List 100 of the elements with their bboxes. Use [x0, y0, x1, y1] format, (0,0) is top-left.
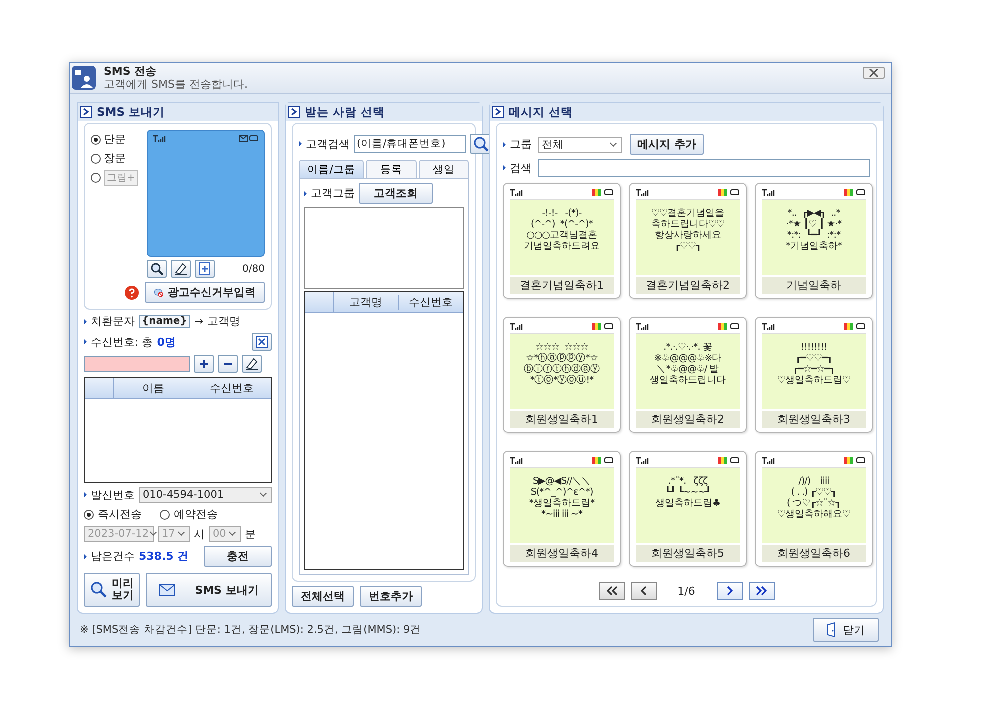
arrow-icon: [503, 142, 506, 148]
signal-icon: [636, 188, 650, 196]
message-name: 결혼기념일축하2: [636, 277, 740, 294]
send-sms-button[interactable]: SMS 보내기: [146, 573, 272, 608]
column-header: 이름: [141, 380, 166, 396]
arrow-icon: [84, 318, 87, 325]
status-icons-drawing: [592, 456, 614, 464]
message-card[interactable]: -!-!- -(*)- (^-^) *(^-^)* ○○○고객님결혼 기념일축하드려요 결혼기념일축하1: [503, 183, 621, 300]
message-name: 회원생일축하3: [762, 411, 866, 428]
message-art: S▶@◀S//＼＼ S(*^_^)^ε^*) *생일축하드림* *~iii iii ~*: [510, 468, 614, 544]
message-name: 회원생일축하1: [510, 411, 614, 428]
signal-icon: [510, 188, 524, 196]
status-icons-drawing: [239, 135, 259, 142]
message-art: !!!!!!!! ┏━♡♡━┓ ┏━☆━☆━┓ ♡생일축하드림♡: [762, 334, 866, 410]
add-message-button[interactable]: 메시지 추가: [630, 134, 704, 156]
message-art: ♡♡결혼기념일을 축하드립니다♡♡ 항상사랑하세요 ┏♡♡┓: [636, 200, 740, 276]
field-label: 치환문자: [91, 314, 135, 330]
message-card[interactable]: !!!!!!!! ┏━♡♡━┓ ┏━☆━☆━┓ ♡생일축하드림♡ 회원생일축하3: [755, 317, 873, 434]
signal-icon: [762, 188, 776, 196]
field-label: 고객그룹: [311, 186, 355, 202]
close-icon[interactable]: [863, 67, 885, 79]
tab[interactable]: 이름/그룹: [299, 160, 364, 178]
document-icon[interactable]: [195, 260, 215, 278]
close-button[interactable]: 닫기: [813, 618, 879, 642]
double-chevron-icon[interactable]: [748, 582, 774, 600]
message-art: .*.·.♡·.·*. 꽃 ※♧@@@♧※다 ＼*♧@@♧/ 발 생일축하드립니다: [636, 334, 740, 410]
arrow-icon: [84, 554, 87, 560]
signal-icon: [762, 322, 776, 330]
arrow-text: →: [194, 315, 204, 328]
eraser-icon[interactable]: [242, 355, 262, 374]
panel-title: SMS 보내기: [97, 104, 166, 120]
status-icons-drawing: [592, 322, 614, 330]
window-subtitle: 고객에게 SMS를 전송합니다.: [104, 78, 248, 92]
message-card[interactable]: .*¨*. ζζζ ┗┛ ┗~~~┛ 생일축하드림♣ 회원생일축하5: [629, 451, 747, 568]
message-name: 회원생일축하5: [636, 545, 740, 562]
search-icon[interactable]: [147, 260, 167, 278]
radio-label: 단문: [104, 132, 126, 148]
signal-icon: [636, 322, 650, 330]
radio-button[interactable]: [91, 154, 101, 164]
field-label: 수신번호: 총: [91, 334, 154, 350]
message-card[interactable]: *.. ┏▶◀┓ ..* ·*★ ┃♡ ┃ ★·* *:*: ┗━┛ :*:* *기념일축하* 기념일축하: [755, 183, 873, 300]
column-header: 고객명: [348, 294, 384, 310]
message-card[interactable]: ☆☆☆ ☆☆☆ ☆*ⓗⓐⓟⓟⓨ*☆ ⓑⓘⓡⓣⓗⓓⓐⓨ *ⓣⓞ*ⓨⓞⓤ!* 회원생일축하1: [503, 317, 621, 434]
customer-lookup-button[interactable]: 고객조회: [359, 183, 433, 204]
app-logo-icon: [72, 66, 96, 90]
signal-icon: [510, 456, 524, 464]
plus-icon[interactable]: [194, 355, 214, 374]
status-icons-drawing: [844, 456, 866, 464]
group-select[interactable]: 전체: [538, 136, 622, 153]
chevron-icon[interactable]: [716, 582, 742, 600]
status-icons-drawing: [718, 456, 740, 464]
phone-number-input[interactable]: [84, 356, 190, 372]
message-name: 회원생일축하2: [636, 411, 740, 428]
radio-button[interactable]: [84, 510, 94, 520]
recipient-count: 0명: [157, 334, 176, 350]
radio-button[interactable]: [91, 134, 101, 145]
message-art: .*¨*. ζζζ ┗┛ ┗~~~┛ 생일축하드림♣: [636, 468, 740, 544]
field-label: 남은건수: [91, 549, 135, 564]
arrow-icon: [84, 339, 87, 346]
tab[interactable]: 생일: [418, 160, 469, 178]
message-name: 회원생일축하6: [762, 545, 866, 562]
hour-unit: 시: [194, 526, 205, 542]
help-icon[interactable]: [125, 286, 139, 300]
signal-icon: [636, 456, 650, 464]
minute-unit: 분: [245, 526, 256, 542]
status-icons-drawing: [592, 188, 614, 196]
window-title: SMS 전송: [104, 65, 158, 78]
sender-number-select[interactable]: 010-4594-1001: [139, 487, 272, 504]
message-card[interactable]: S▶@◀S//＼＼ S(*^_^)^ε^*) *생일축하드림* *~iii iii ~* 회원생일축하4: [503, 451, 621, 568]
message-card[interactable]: .*.·.♡·.·*. 꽃 ※♧@@@♧※다 ＼*♧@@♧/ 발 생일축하드립니다 회원생일축하2: [629, 317, 747, 434]
radio-label: 즉시전송: [98, 507, 142, 522]
message-card[interactable]: ♡♡결혼기념일을 축하드립니다♡♡ 항상사랑하세요 ┏♡♡┓ 결혼기념일축하2: [629, 183, 747, 300]
page-indicator: 1/6: [676, 584, 696, 598]
field-label: 그룹: [510, 137, 533, 152]
radio-label: 장문: [104, 151, 126, 166]
message-card[interactable]: /)/) iiii ( . .) ┏♡♡┓ ( つ♡┏☆¨☆┓ ♡생일축하해요♡ 회원생일축하6: [755, 451, 873, 568]
preview-button[interactable]: 미리 보기: [84, 573, 140, 608]
radio-button[interactable]: [160, 510, 170, 520]
arrow-icon: [84, 492, 87, 498]
message-search-input[interactable]: [538, 159, 870, 178]
message-name: 결혼기념일축하1: [510, 277, 614, 294]
arrow-icon: [304, 190, 307, 197]
customer-search-input[interactable]: (이름/휴대폰번호): [354, 135, 466, 154]
ad-reject-button[interactable]: 광고수신거부입력: [145, 282, 265, 304]
action-button[interactable]: 전체선택: [292, 586, 354, 608]
footer-note: ※ [SMS전송 차감건수] 단문: 1건, 장문(LMS): 2.5건, 그림(MMS): 9건: [80, 623, 422, 638]
charge-button[interactable]: 충전: [204, 546, 272, 568]
signal-icon: [762, 456, 776, 464]
message-name: 기념일축하: [762, 277, 866, 294]
arrow-icon: [299, 141, 302, 148]
search-icon: [90, 581, 108, 600]
name-token[interactable]: {name}: [139, 315, 190, 328]
message-art: -!-!- -(*)- (^-^) *(^-^)* ○○○고객님결혼 기념일축하드려요: [510, 200, 614, 276]
panel-title: 메시지 선택: [509, 104, 574, 120]
panel-title: 받는 사람 선택: [305, 104, 386, 120]
action-button[interactable]: 번호추가: [360, 586, 422, 608]
tab[interactable]: 등록: [366, 160, 417, 178]
minus-icon[interactable]: [218, 355, 238, 374]
status-icons-drawing: [718, 188, 740, 196]
eraser-icon[interactable]: [171, 260, 191, 278]
